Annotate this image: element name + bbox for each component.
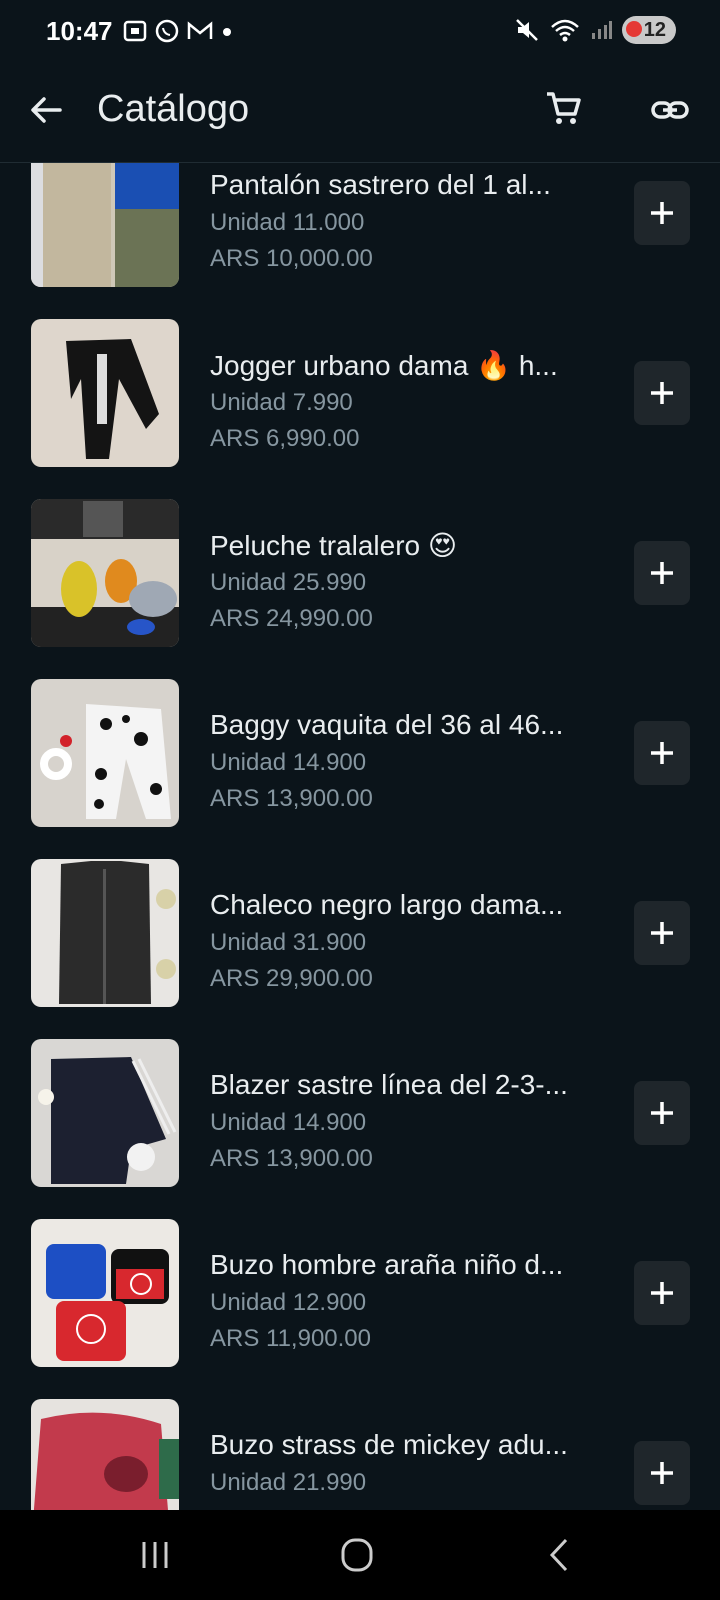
add-to-cart-button[interactable] bbox=[634, 1081, 690, 1145]
battery-indicator: 12 bbox=[621, 16, 676, 44]
list-item[interactable]: Blazer sastre línea del 2-3-... Unidad 1… bbox=[0, 1023, 720, 1203]
product-name: Chaleco negro largo dama... bbox=[210, 889, 564, 920]
list-item[interactable]: Jogger urbano dama 🔥 h... Unidad 7.990 A… bbox=[0, 303, 720, 483]
app-bar: Catálogo bbox=[0, 64, 720, 163]
product-unit: Unidad 21.990 bbox=[210, 1469, 367, 1496]
wifi-icon bbox=[550, 19, 579, 42]
add-to-cart-button[interactable] bbox=[634, 901, 690, 965]
product-unit: Unidad 14.900 bbox=[210, 749, 367, 776]
system-navigation-bar bbox=[0, 1510, 720, 1600]
add-to-cart-button[interactable] bbox=[634, 181, 690, 245]
list-item[interactable]: Buzo hombre araña niño d... Unidad 12.90… bbox=[0, 1203, 720, 1383]
screenshot-icon bbox=[123, 20, 147, 42]
mute-icon bbox=[515, 19, 538, 41]
product-price: ARS 13,900.00 bbox=[210, 1145, 373, 1172]
product-name: Baggy vaquita del 36 al 46... bbox=[210, 709, 564, 740]
plus-icon bbox=[651, 382, 673, 404]
back-icon[interactable] bbox=[546, 1536, 572, 1574]
add-to-cart-button[interactable] bbox=[634, 361, 690, 425]
battery-saver-icon bbox=[625, 21, 642, 37]
signal-icon bbox=[591, 21, 612, 39]
link-icon[interactable] bbox=[650, 90, 690, 130]
plus-icon bbox=[651, 1462, 673, 1484]
recents-icon[interactable] bbox=[138, 1538, 172, 1572]
plus-icon bbox=[651, 562, 673, 584]
product-image bbox=[31, 859, 179, 1007]
product-name: Buzo hombre araña niño d... bbox=[210, 1249, 564, 1280]
page-title: Catálogo bbox=[97, 88, 250, 130]
product-name: Peluche tralalero 😍 bbox=[210, 530, 458, 561]
product-image bbox=[31, 1039, 179, 1187]
product-image bbox=[31, 319, 179, 467]
product-image bbox=[31, 679, 179, 827]
product-name: Jogger urbano dama 🔥 h... bbox=[210, 350, 558, 381]
back-arrow-icon[interactable] bbox=[26, 90, 66, 130]
list-item[interactable]: Peluche tralalero 😍 Unidad 25.990 ARS 24… bbox=[0, 483, 720, 663]
product-price: ARS 13,900.00 bbox=[210, 785, 373, 812]
product-price: ARS 29,900.00 bbox=[210, 965, 373, 992]
plus-icon bbox=[651, 1282, 673, 1304]
list-item[interactable]: Pantalón sastrero del 1 al... Unidad 11.… bbox=[0, 163, 720, 303]
product-price: ARS 24,990.00 bbox=[210, 605, 373, 632]
product-unit: Unidad 11.000 bbox=[210, 209, 365, 236]
status-time: 10:47 bbox=[46, 16, 113, 46]
list-item[interactable]: Buzo strass de mickey adu... Unidad 21.9… bbox=[0, 1383, 720, 1510]
more-notifications-dot-icon bbox=[223, 28, 231, 36]
plus-icon bbox=[651, 742, 673, 764]
product-image bbox=[31, 163, 179, 287]
product-unit: Unidad 7.990 bbox=[210, 389, 353, 416]
system-icons: 12 bbox=[514, 16, 676, 44]
gmail-icon bbox=[187, 21, 213, 39]
home-icon[interactable] bbox=[340, 1536, 374, 1574]
plus-icon bbox=[651, 922, 673, 944]
list-item[interactable]: Chaleco negro largo dama... Unidad 31.90… bbox=[0, 843, 720, 1023]
product-price: ARS 11,900.00 bbox=[210, 1325, 372, 1352]
add-to-cart-button[interactable] bbox=[634, 721, 690, 785]
product-image bbox=[31, 1219, 179, 1367]
product-price: ARS 10,000.00 bbox=[210, 245, 373, 272]
plus-icon bbox=[651, 1102, 673, 1124]
add-to-cart-button[interactable] bbox=[634, 541, 690, 605]
plus-icon bbox=[651, 202, 673, 224]
whatsapp-icon bbox=[155, 19, 179, 43]
product-image bbox=[31, 499, 179, 647]
list-item[interactable]: Baggy vaquita del 36 al 46... Unidad 14.… bbox=[0, 663, 720, 843]
notification-icons bbox=[122, 18, 234, 44]
status-bar: 10:47 12 bbox=[0, 0, 720, 64]
product-name: Blazer sastre línea del 2-3-... bbox=[210, 1069, 568, 1100]
battery-level: 12 bbox=[643, 19, 666, 41]
product-price: ARS 6,990.00 bbox=[210, 425, 360, 452]
product-unit: Unidad 12.900 bbox=[210, 1289, 367, 1316]
product-unit: Unidad 14.900 bbox=[210, 1109, 367, 1136]
add-to-cart-button[interactable] bbox=[634, 1441, 690, 1505]
product-name: Buzo strass de mickey adu... bbox=[210, 1429, 568, 1460]
add-to-cart-button[interactable] bbox=[634, 1261, 690, 1325]
cart-icon[interactable] bbox=[543, 88, 583, 128]
product-unit: Unidad 31.900 bbox=[210, 929, 367, 956]
product-unit: Unidad 25.990 bbox=[210, 569, 367, 596]
product-list[interactable]: Pantalón sastrero del 1 al... Unidad 11.… bbox=[0, 163, 720, 1510]
product-image bbox=[31, 1399, 179, 1510]
product-name: Pantalón sastrero del 1 al... bbox=[210, 169, 551, 200]
